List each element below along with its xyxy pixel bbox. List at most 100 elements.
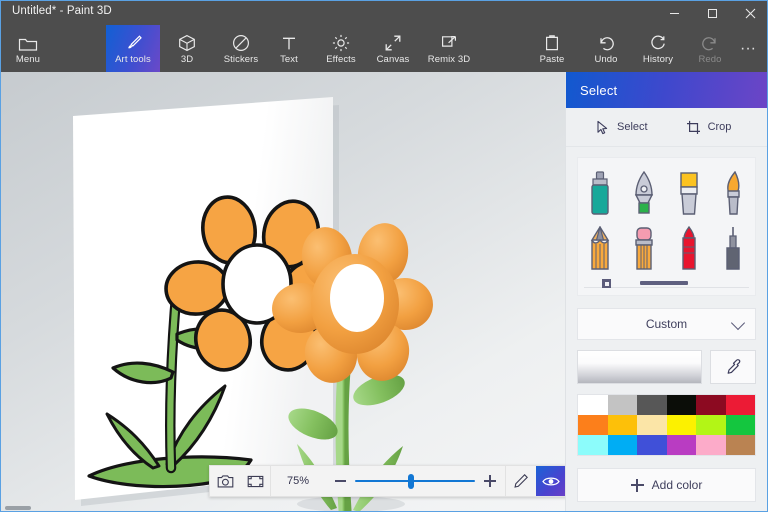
view-icon <box>542 475 560 488</box>
swatch-light-grey[interactable] <box>608 395 638 415</box>
brush-size-marker[interactable] <box>602 279 611 288</box>
swatch-pink[interactable] <box>696 435 726 455</box>
canvas-artwork <box>1 72 567 512</box>
swatch-orange[interactable] <box>578 415 608 435</box>
maximize-icon <box>708 9 717 18</box>
brush-icon <box>123 32 143 52</box>
brush-pixel-pen[interactable] <box>713 221 753 276</box>
fit-to-screen-button[interactable] <box>240 466 270 496</box>
swatch-maroon[interactable] <box>696 395 726 415</box>
redo-icon <box>701 32 719 52</box>
color-palette <box>577 394 756 456</box>
current-color-swatch[interactable] <box>577 350 702 384</box>
eyedropper-button[interactable] <box>710 350 756 384</box>
brush-calligraphy-brush[interactable] <box>669 166 709 221</box>
window-title: Untitled* - Paint 3D <box>12 5 112 17</box>
zoom-in-button[interactable] <box>475 466 505 496</box>
tab-crop[interactable]: Crop <box>680 115 738 140</box>
brush-eraser[interactable] <box>624 221 664 276</box>
ribbon-item-canvas[interactable]: Canvas <box>366 25 420 72</box>
ribbon-item-art-tools[interactable]: Art tools <box>106 25 160 72</box>
ribbon-label: Art tools <box>115 54 151 65</box>
ribbon-label: Undo <box>594 54 617 65</box>
camera-icon <box>217 474 234 489</box>
canvas-icon <box>384 32 402 52</box>
minus-icon <box>335 480 346 481</box>
plus-icon <box>631 479 644 492</box>
canvas-stage[interactable] <box>1 72 567 512</box>
maximize-button[interactable] <box>693 1 731 25</box>
tab-select[interactable]: Select <box>590 115 654 140</box>
add-color-button[interactable]: Add color <box>577 468 756 502</box>
screenshot-button[interactable] <box>210 466 240 496</box>
swatch-brown[interactable] <box>726 435 756 455</box>
ribbon-label: Text <box>280 54 298 65</box>
brush-watercolor-pencil[interactable] <box>580 221 620 276</box>
slider-thumb[interactable] <box>408 474 414 489</box>
view-mode-button[interactable] <box>536 466 566 496</box>
slider-track <box>355 480 475 482</box>
brush-calligraphy-pen[interactable] <box>624 166 664 221</box>
brush-row <box>578 166 755 221</box>
zoom-slider[interactable] <box>355 466 475 496</box>
swatch-cyan[interactable] <box>578 435 608 455</box>
history-icon <box>649 32 667 52</box>
edit-canvas-button[interactable] <box>506 466 536 496</box>
swatch-white[interactable] <box>578 395 608 415</box>
ribbon-item-stickers[interactable]: Stickers <box>214 25 268 72</box>
minimize-button[interactable] <box>655 1 693 25</box>
swatch-black[interactable] <box>667 395 697 415</box>
panel-header: Select <box>566 72 767 108</box>
brush-marker[interactable] <box>580 166 620 221</box>
swatch-indigo[interactable] <box>637 435 667 455</box>
swatch-lime[interactable] <box>696 415 726 435</box>
ribbon-more-button[interactable]: ··· <box>731 25 765 72</box>
brush-oil[interactable] <box>713 166 753 221</box>
swatch-cream[interactable] <box>637 415 667 435</box>
horizontal-scrollbar[interactable] <box>5 506 31 510</box>
swatch-red[interactable] <box>726 395 756 415</box>
pencil-icon <box>513 473 529 489</box>
swatch-purple[interactable] <box>667 435 697 455</box>
tab-label: Select <box>617 121 648 133</box>
brush-selection-row <box>578 276 755 295</box>
brush-crayon[interactable] <box>669 221 709 276</box>
eraser-icon <box>633 226 655 272</box>
selected-brush-indicator <box>640 281 688 285</box>
ribbon-item-paste[interactable]: Paste <box>525 25 579 72</box>
ribbon-label: History <box>643 54 673 65</box>
sticker-icon <box>232 32 250 52</box>
ribbon-item-text[interactable]: Text <box>262 25 316 72</box>
pixel-pen-icon <box>722 226 744 272</box>
crayon-icon <box>678 226 700 272</box>
swatch-light-blue[interactable] <box>608 435 638 455</box>
ribbon-item-3d[interactable]: 3D <box>160 25 214 72</box>
ribbon-item-remix3d[interactable]: Remix 3D <box>418 25 480 72</box>
ribbon-item-history[interactable]: History <box>631 25 685 72</box>
calligraphy-pen-icon <box>632 171 656 217</box>
close-icon <box>745 8 756 19</box>
panel-tabs: Select Crop <box>566 108 767 147</box>
calligraphy-brush-icon <box>678 171 700 217</box>
swatch-amber[interactable] <box>608 415 638 435</box>
undo-icon <box>597 32 615 52</box>
paste-icon <box>544 32 560 52</box>
fit-to-screen-icon <box>247 474 264 489</box>
remix3d-icon <box>440 32 458 52</box>
ribbon-label: Redo <box>698 54 721 65</box>
marker-brush-icon <box>589 171 611 217</box>
ribbon-item-menu[interactable]: Menu <box>1 25 55 72</box>
oil-brush-icon <box>722 171 744 217</box>
close-button[interactable] <box>731 1 768 25</box>
ribbon-item-undo[interactable]: Undo <box>579 25 633 72</box>
swatch-yellow[interactable] <box>667 415 697 435</box>
effects-icon <box>332 32 350 52</box>
swatch-dark-grey[interactable] <box>637 395 667 415</box>
ribbon-item-redo[interactable]: Redo <box>683 25 737 72</box>
ribbon-label: Remix 3D <box>428 54 471 65</box>
ribbon-label: Stickers <box>224 54 259 65</box>
swatch-green[interactable] <box>726 415 756 435</box>
ribbon-item-effects[interactable]: Effects <box>314 25 368 72</box>
material-dropdown[interactable]: Custom <box>577 308 756 340</box>
zoom-out-button[interactable] <box>325 466 355 496</box>
